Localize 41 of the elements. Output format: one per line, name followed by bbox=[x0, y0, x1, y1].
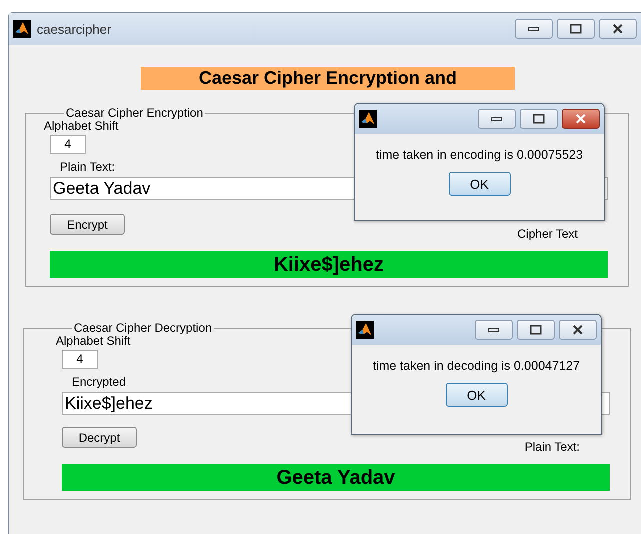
output-banner: Kiixe$]ehez bbox=[50, 251, 608, 278]
shift-label: Alphabet Shift bbox=[56, 335, 131, 348]
ok-button[interactable]: OK bbox=[446, 383, 508, 407]
shift-label: Alphabet Shift bbox=[44, 120, 119, 133]
close-button[interactable] bbox=[559, 320, 597, 340]
output-label: Cipher Text bbox=[518, 227, 578, 241]
input-label: Plain Text: bbox=[60, 160, 116, 174]
maximize-button[interactable] bbox=[520, 109, 558, 129]
app-icon bbox=[13, 20, 31, 38]
app-icon bbox=[359, 110, 377, 128]
shift-field[interactable]: 4 bbox=[50, 135, 86, 154]
minimize-icon bbox=[491, 116, 503, 122]
dialog-message: time taken in encoding is 0.00075523 bbox=[376, 148, 584, 162]
panel-title: Caesar Cipher Decryption bbox=[73, 321, 214, 335]
panel-title: Caesar Cipher Encryption bbox=[65, 106, 204, 120]
close-icon bbox=[612, 24, 624, 34]
minimize-button[interactable] bbox=[475, 320, 513, 340]
minimize-button[interactable] bbox=[478, 109, 516, 129]
dialog-message: time taken in decoding is 0.00047127 bbox=[372, 359, 580, 373]
maximize-icon bbox=[530, 325, 542, 335]
maximize-icon bbox=[570, 24, 582, 34]
ok-button[interactable]: OK bbox=[448, 172, 510, 196]
close-icon bbox=[572, 325, 584, 335]
app-icon bbox=[356, 321, 374, 339]
heading-banner: Caesar Cipher Encryption and bbox=[141, 67, 515, 90]
input-label: Encrypted bbox=[72, 375, 126, 389]
minimize-button[interactable] bbox=[515, 19, 553, 39]
maximize-button[interactable] bbox=[557, 19, 595, 39]
minimize-icon bbox=[528, 26, 540, 32]
action-button[interactable]: Encrypt bbox=[50, 214, 125, 235]
maximize-button[interactable] bbox=[517, 320, 555, 340]
output-banner: Geeta Yadav bbox=[62, 464, 610, 491]
maximize-icon bbox=[533, 114, 545, 124]
close-icon bbox=[575, 114, 587, 124]
output-label: Plain Text: bbox=[524, 440, 580, 454]
shift-field[interactable]: 4 bbox=[62, 350, 98, 369]
close-button[interactable] bbox=[599, 19, 637, 39]
window-title: caesarcipher bbox=[37, 22, 112, 36]
minimize-icon bbox=[488, 327, 500, 333]
close-button[interactable] bbox=[562, 109, 600, 129]
action-button[interactable]: Decrypt bbox=[62, 427, 137, 448]
